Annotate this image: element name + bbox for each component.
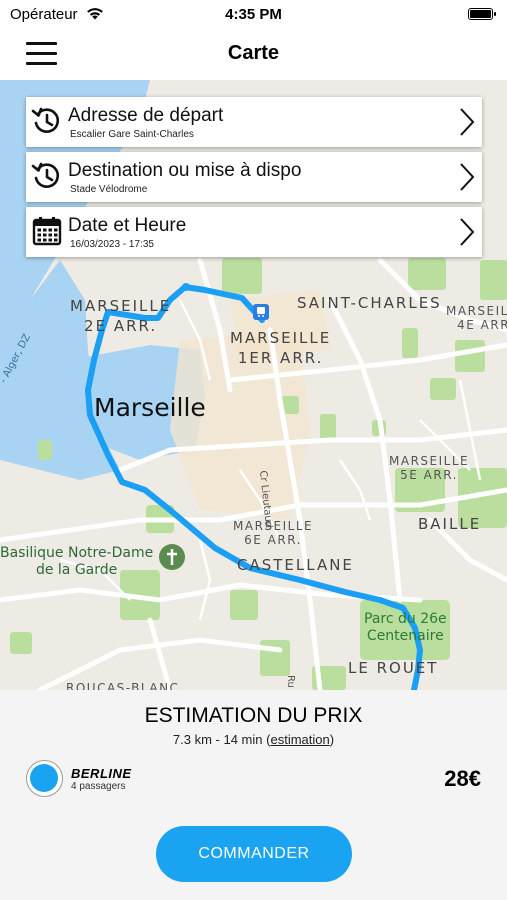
street-label: Ru: [285, 675, 296, 688]
district-label: ROUCAS-BLANC: [66, 681, 180, 690]
estimate-title: ESTIMATION DU PRIX: [144, 704, 363, 727]
district-label: CASTELLANE: [237, 556, 354, 574]
status-bar: Opérateur 4:35 PM: [0, 0, 507, 30]
radio-selected-dot: [30, 764, 58, 792]
order-button[interactable]: COMMANDER: [156, 826, 352, 882]
history-icon: [31, 162, 60, 188]
district-label: MARSEILLE 5E ARR.: [389, 454, 470, 482]
vehicle-name: BERLINE: [71, 766, 132, 781]
nav-bar: Carte: [0, 30, 507, 80]
landmark-label: Basilique Notre-Dame de la Garde: [0, 545, 154, 578]
city-label: Marseille: [94, 393, 206, 422]
vehicle-radio[interactable]: [26, 760, 63, 797]
vehicle-price: 28€: [444, 766, 481, 791]
vehicle-option-berline[interactable]: BERLINE 4 passagers 28€: [26, 758, 486, 800]
district-label: MARSEILLE4E ARR.: [446, 304, 507, 332]
datetime-label: Date et Heure: [68, 215, 187, 236]
datetime-value: 16/03/2023 - 17:35: [70, 239, 154, 250]
estimate-summary: 7.3 km - 14 min (estimation): [0, 732, 507, 747]
departure-value: Escalier Gare Saint-Charles: [70, 129, 194, 140]
clock: 4:35 PM: [225, 6, 282, 23]
chevron-right-icon: [460, 218, 475, 246]
page-title: Carte: [227, 42, 280, 64]
chevron-right-icon: [460, 163, 475, 191]
destination-label: Destination ou mise à dispo: [68, 160, 302, 181]
district-label: SAINT-CHARLES: [297, 294, 442, 312]
vehicle-passengers: 4 passagers: [71, 781, 126, 792]
district-label: BAILLE: [418, 515, 482, 533]
departure-label: Adresse de départ: [68, 105, 224, 126]
chevron-right-icon: [460, 108, 475, 136]
district-label: MARSEILLE 1ER ARR.: [230, 329, 332, 367]
datetime-card[interactable]: Date et Heure 16/03/2023 - 17:35: [26, 207, 482, 257]
calendar-icon: [32, 217, 62, 246]
estimation-link[interactable]: estimation: [270, 732, 329, 747]
park-label: Parc du 26e Centenaire: [364, 611, 447, 644]
history-icon: [31, 107, 60, 133]
destination-value: Stade Vélodrome: [70, 184, 148, 195]
paren-close: ): [329, 732, 335, 747]
district-label: MARSEILLE 2E ARR.: [70, 297, 172, 335]
departure-card[interactable]: Adresse de départ Escalier Gare Saint-Ch…: [26, 97, 482, 147]
district-label: LE ROUET: [348, 659, 439, 677]
destination-card[interactable]: Destination ou mise à dispo Stade Vélodr…: [26, 152, 482, 202]
battery-icon: [468, 8, 496, 20]
distance-duration: 7.3 km - 14 min: [172, 732, 263, 747]
